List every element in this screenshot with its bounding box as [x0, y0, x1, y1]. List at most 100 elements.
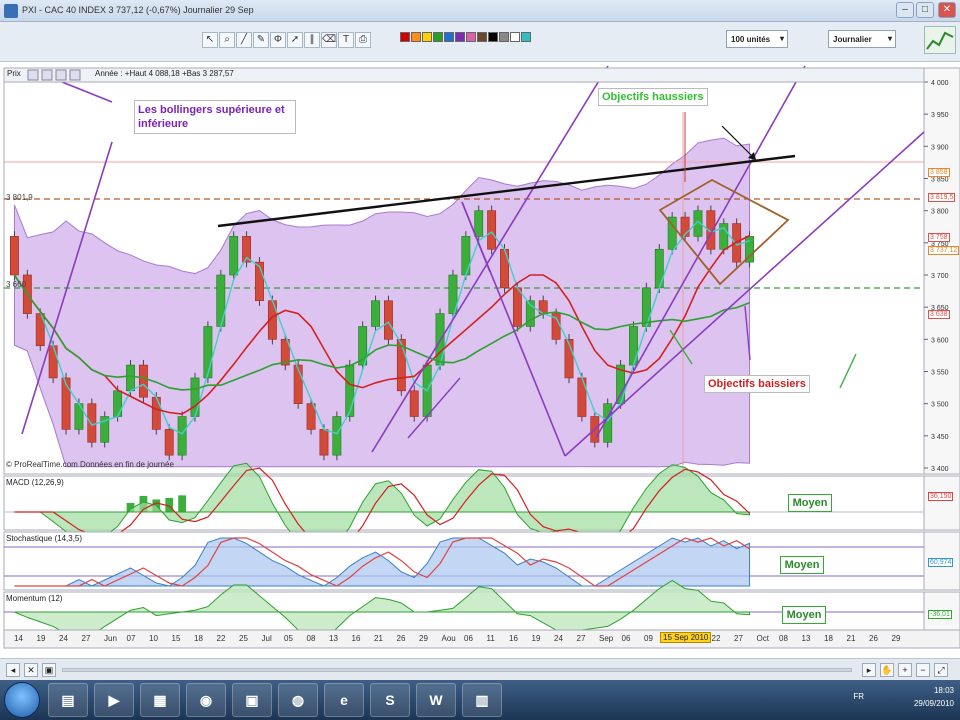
zoom-icon[interactable]: ⌕ — [219, 32, 235, 48]
trendline-icon[interactable]: ╱ — [236, 32, 252, 48]
date-tick-label: Oct — [756, 634, 769, 643]
date-tick-label: 18 — [194, 634, 203, 643]
price-tick-label: 3 400 — [931, 466, 949, 473]
color-swatch[interactable] — [488, 32, 498, 42]
delete-icon[interactable]: ✕ — [24, 663, 38, 677]
color-swatch[interactable] — [455, 32, 465, 42]
stochastic-value-tag: 60,974 — [928, 558, 954, 567]
color-swatch[interactable] — [521, 32, 531, 42]
candle-up — [641, 287, 651, 327]
hand-icon[interactable]: ✋ — [880, 663, 894, 677]
candle-down — [500, 248, 509, 289]
color-swatch[interactable] — [510, 32, 520, 42]
start-button[interactable] — [4, 682, 40, 718]
cursor-icon[interactable]: ↖ — [202, 32, 218, 48]
clock-time: 18:03 — [933, 686, 954, 695]
date-tick-label: 18 — [824, 634, 833, 643]
annotation-moyen-stochastic: Moyen — [780, 556, 824, 574]
candle-up — [654, 248, 664, 289]
pencil-icon[interactable]: ✎ — [253, 32, 269, 48]
minimize-button[interactable]: – — [896, 2, 914, 18]
close-icon — [69, 69, 81, 81]
candle-up — [126, 364, 135, 392]
firefox-icon[interactable]: ◍ — [278, 683, 318, 717]
display-icon[interactable]: ▣ — [232, 683, 272, 717]
date-tick-label: 22 — [711, 634, 721, 643]
close-button[interactable]: ✕ — [938, 2, 956, 18]
channel-icon[interactable]: ∥ — [304, 32, 320, 48]
fibonacci-icon[interactable]: Φ — [270, 32, 286, 48]
skype-icon[interactable]: S — [370, 683, 410, 717]
price-tick-label: 3 500 — [931, 402, 949, 409]
lock-icon — [41, 69, 53, 81]
text-icon[interactable]: T — [338, 32, 354, 48]
word-icon[interactable]: W — [416, 683, 456, 717]
candle-down — [409, 390, 419, 417]
date-tick-label: 16 — [351, 634, 361, 643]
date-tick-label: 26 — [869, 634, 878, 643]
date-tick-label: 15 — [171, 634, 181, 643]
price-tick-label: 3 800 — [931, 209, 949, 216]
candle-up — [629, 326, 638, 366]
chrome-icon[interactable]: ◉ — [186, 683, 226, 717]
chevron-down-icon: ▾ — [887, 34, 892, 43]
zoom-in-icon[interactable]: + — [898, 663, 912, 677]
color-swatch[interactable] — [411, 32, 421, 42]
scroll-right-icon[interactable]: ▸ — [862, 663, 876, 677]
drawing-toolbar: ↖ ⌕ ╱ ✎ Φ ➚ ∥ ⌫ T ⎙ 100 unités ▾ Journalier ▾ — [0, 22, 960, 62]
candle-down — [48, 345, 58, 379]
candle-down — [319, 429, 329, 456]
period-select[interactable]: Journalier ▾ — [828, 30, 896, 48]
candle-down — [512, 287, 522, 327]
units-select-value: 100 unités — [731, 35, 771, 44]
stochastic-label: Stochastique (14,3,5) — [6, 534, 83, 543]
date-tick-label: 10 — [149, 634, 158, 643]
date-tick-label: 19 — [531, 634, 541, 643]
annotation-moyen-macd: Moyen — [788, 494, 832, 512]
zoom-fit-icon[interactable]: ⤢ — [934, 663, 948, 677]
chart-area[interactable]: 4 000 3 950 3 900 3 850 3 800 3 750 3 700 3 650… — [0, 62, 960, 658]
color-swatch[interactable] — [499, 32, 509, 42]
date-tick-label: 27 — [576, 634, 586, 643]
date-tick-label: Jul — [261, 634, 272, 643]
chevron-down-icon: ▾ — [779, 34, 784, 43]
color-swatch[interactable] — [433, 32, 443, 42]
arrow-icon[interactable]: ➚ — [287, 32, 303, 48]
color-swatch[interactable] — [400, 32, 410, 42]
folder-icon[interactable]: ▤ — [48, 683, 88, 717]
date-tick-label: 21 — [374, 634, 383, 643]
eraser-icon[interactable]: ⌫ — [321, 32, 337, 48]
date-tick-label: 14 — [14, 634, 23, 643]
zoom-out-icon[interactable]: − — [916, 663, 930, 677]
price-value-tag: 3 737,12 — [928, 246, 960, 256]
candle-down — [164, 429, 174, 456]
scroll-left-icon[interactable]: ◂ — [6, 663, 20, 677]
momentum-value-tag: -36,01 — [928, 610, 952, 619]
date-tick-label: 13 — [801, 634, 811, 643]
candle-up — [190, 377, 200, 417]
date-axis — [3, 629, 960, 649]
media-icon[interactable]: ▶ — [94, 683, 134, 717]
units-select[interactable]: 100 unités ▾ — [726, 30, 788, 48]
candle-up — [229, 236, 239, 276]
candle-up — [177, 416, 187, 456]
horizontal-scrollbar[interactable] — [62, 668, 852, 672]
annotation-haussiers: Objectifs haussiers — [598, 88, 708, 106]
date-tick-label: 21 — [846, 634, 856, 643]
date-tick-label: 16 — [509, 634, 518, 643]
print-icon[interactable]: ⎙ — [355, 32, 371, 48]
lock-icon[interactable]: ▣ — [42, 663, 56, 677]
ie-icon[interactable]: e — [324, 683, 364, 717]
date-tick-label: 29 — [891, 634, 901, 643]
color-swatch[interactable] — [444, 32, 454, 42]
app-icon — [4, 4, 18, 18]
color-swatch[interactable] — [466, 32, 476, 42]
color-swatch[interactable] — [422, 32, 432, 42]
maximize-button[interactable]: □ — [916, 2, 934, 18]
language-indicator[interactable]: FR — [853, 692, 864, 701]
system-clock[interactable]: 18:03 29/09/2010 — [914, 684, 954, 710]
trading-icon[interactable]: ▥ — [462, 683, 502, 717]
color-swatch[interactable] — [477, 32, 487, 42]
candle-down — [384, 300, 393, 340]
photo-icon[interactable]: ▦ — [140, 683, 180, 717]
